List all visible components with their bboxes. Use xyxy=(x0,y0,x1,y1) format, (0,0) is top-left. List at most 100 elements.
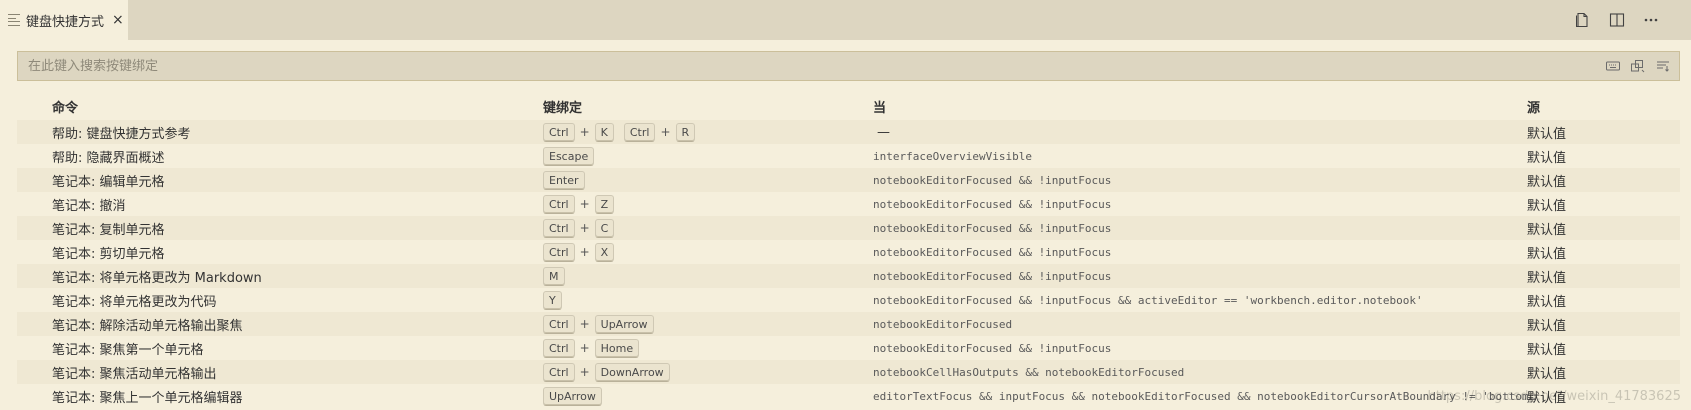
table-row[interactable]: 笔记本: 撤消 Ctrl + ZnotebookEditorFocused && !i… xyxy=(17,192,1680,216)
source-cell: 默认值 xyxy=(1527,342,1567,358)
source-cell: 默认值 xyxy=(1527,294,1567,310)
table-header: 命令 键绑定 当 源 xyxy=(17,93,1680,120)
table-row[interactable]: 笔记本: 剪切单元格 Ctrl + XnotebookEditorFocused &&… xyxy=(17,240,1680,264)
keycap: C xyxy=(594,218,615,238)
when-cell: notebookEditorFocused && !inputFocus xyxy=(873,245,1112,259)
keybinding-cell[interactable]: Ctrl + C xyxy=(543,216,873,240)
command-cell: 笔记本: 聚焦上一个单元格编辑器 xyxy=(52,390,243,406)
keyboard-icon[interactable] xyxy=(1605,58,1621,74)
key-plus-separator: + xyxy=(579,245,590,259)
table-row[interactable]: 帮助: 键盘快捷方式参考 Ctrl + K Ctrl + R — 默认值 xyxy=(17,120,1680,144)
keybinding-cell[interactable]: Ctrl + Home xyxy=(543,336,873,360)
more-actions-icon[interactable] xyxy=(1643,12,1659,28)
command-cell: 笔记本: 将单元格更改为代码 xyxy=(52,294,217,310)
keycap: X xyxy=(594,242,615,262)
table-row[interactable]: 笔记本: 聚焦活动单元格输出 Ctrl + DownArrow notebookCell… xyxy=(17,360,1680,384)
keybinding-cell[interactable]: Enter xyxy=(543,168,873,192)
when-cell: interfaceOverviewVisible xyxy=(873,149,1032,163)
source-cell: 默认值 xyxy=(1527,246,1567,262)
keycap: Z xyxy=(594,194,615,214)
record-keys-icon[interactable] xyxy=(1630,58,1646,74)
keybindings-table: 命令 键绑定 当 源 帮助: 键盘快捷方式参考 Ctrl + K Ctrl + R — 默认值帮… xyxy=(17,93,1680,408)
tab-keyboard-shortcuts[interactable]: 键盘快捷方式 × xyxy=(0,0,128,40)
sort-by-precedence-icon[interactable] xyxy=(1655,58,1671,74)
source-cell: 默认值 xyxy=(1527,318,1567,334)
when-cell: notebookEditorFocused xyxy=(873,317,1013,331)
search-input[interactable] xyxy=(18,52,1578,80)
column-header-source[interactable]: 源 xyxy=(1527,93,1677,120)
keycap: Enter xyxy=(543,170,585,190)
source-cell: 默认值 xyxy=(1527,150,1567,166)
keycap: Ctrl xyxy=(543,122,575,142)
tab-label: 键盘快捷方式 xyxy=(26,14,105,30)
source-cell: 默认值 xyxy=(1527,270,1567,286)
keycap: Escape xyxy=(543,146,595,166)
source-cell: 默认值 xyxy=(1527,174,1567,190)
key-plus-separator: + xyxy=(579,341,590,355)
table-row[interactable]: 笔记本: 聚焦上一个单元格编辑器 UpArrow editorTextFocus &… xyxy=(17,384,1680,408)
when-cell: notebookEditorFocused && !inputFocus xyxy=(873,221,1112,235)
keybinding-cell[interactable]: M xyxy=(543,264,873,288)
column-header-command[interactable]: 命令 xyxy=(52,93,532,120)
keycap: K xyxy=(594,122,614,142)
search-tools xyxy=(1605,58,1671,74)
when-cell: notebookEditorFocused && !inputFocus xyxy=(873,173,1112,187)
column-header-when[interactable]: 当 xyxy=(873,93,1553,120)
command-cell: 笔记本: 撤消 xyxy=(52,198,126,214)
table-row[interactable]: 笔记本: 将单元格更改为 Markdown MnotebookEditorFocu… xyxy=(17,264,1680,288)
command-cell: 笔记本: 复制单元格 xyxy=(52,222,165,238)
table-row[interactable]: 笔记本: 编辑单元格 Enter notebookEditorFocused && … xyxy=(17,168,1680,192)
close-icon[interactable]: × xyxy=(112,12,124,28)
column-header-keybinding[interactable]: 键绑定 xyxy=(543,93,873,120)
table-row[interactable]: 帮助: 隐藏界面概述 Escape interfaceOverviewVisible… xyxy=(17,144,1680,168)
command-cell: 帮助: 键盘快捷方式参考 xyxy=(52,126,191,142)
split-editor-icon[interactable] xyxy=(1609,12,1625,28)
when-cell: notebookCellHasOutputs && notebookEditor… xyxy=(873,365,1185,379)
when-cell: — xyxy=(877,124,890,140)
keybinding-cell[interactable]: Ctrl + DownArrow xyxy=(543,360,873,384)
keycap: M xyxy=(543,266,565,286)
keycap: Ctrl xyxy=(543,338,575,358)
keycap: Ctrl xyxy=(543,218,575,238)
keycap: R xyxy=(675,122,696,142)
open-json-icon[interactable] xyxy=(1575,12,1591,28)
editor-actions xyxy=(1575,12,1659,28)
source-cell: 默认值 xyxy=(1527,390,1567,406)
table-row[interactable]: 笔记本: 聚焦第一个单元格 Ctrl + Home notebookEditorFocu… xyxy=(17,336,1680,360)
table-row[interactable]: 笔记本: 复制单元格 Ctrl + CnotebookEditorFocused &&… xyxy=(17,216,1680,240)
keycap: Ctrl xyxy=(623,122,656,142)
keycap: Ctrl xyxy=(543,314,575,334)
source-cell: 默认值 xyxy=(1527,198,1567,214)
keybinding-cell[interactable]: Y xyxy=(543,288,873,312)
keybinding-cell[interactable]: Ctrl + Z xyxy=(543,192,873,216)
editor-tab-bar: 键盘快捷方式 × xyxy=(0,0,1691,40)
keycap: Ctrl xyxy=(543,194,575,214)
source-cell: 默认值 xyxy=(1527,366,1567,382)
key-plus-separator: + xyxy=(579,221,590,235)
key-plus-separator: + xyxy=(579,197,590,211)
keycap: UpArrow xyxy=(594,314,654,334)
keycap: UpArrow xyxy=(543,386,602,406)
command-cell: 帮助: 隐藏界面概述 xyxy=(52,150,165,166)
keybinding-cell[interactable]: Ctrl + UpArrow xyxy=(543,312,873,336)
keybinding-cell[interactable]: Ctrl + X xyxy=(543,240,873,264)
when-cell: editorTextFocus && inputFocus && noteboo… xyxy=(873,389,1536,403)
command-cell: 笔记本: 将单元格更改为 Markdown xyxy=(52,270,262,286)
keycap: Y xyxy=(543,290,562,310)
command-cell: 笔记本: 解除活动单元格输出聚焦 xyxy=(52,318,243,334)
source-cell: 默认值 xyxy=(1527,126,1567,142)
keycap: Ctrl xyxy=(543,242,575,262)
keycap: Home xyxy=(594,338,640,358)
when-cell: notebookEditorFocused && !inputFocus xyxy=(873,197,1112,211)
keybinding-cell[interactable]: Ctrl + K Ctrl + R xyxy=(543,120,873,144)
key-plus-separator: + xyxy=(579,125,590,139)
source-cell: 默认值 xyxy=(1527,222,1567,238)
keybinding-cell[interactable]: UpArrow xyxy=(543,384,873,408)
table-row[interactable]: 笔记本: 解除活动单元格输出聚焦 Ctrl + UpArrow notebookEdit… xyxy=(17,312,1680,336)
when-cell: notebookEditorFocused && !inputFocus xyxy=(873,341,1112,355)
table-row[interactable]: 笔记本: 将单元格更改为代码 YnotebookEditorFocused && … xyxy=(17,288,1680,312)
command-cell: 笔记本: 剪切单元格 xyxy=(52,246,165,262)
command-cell: 笔记本: 聚焦活动单元格输出 xyxy=(52,366,217,382)
keybinding-cell[interactable]: Escape xyxy=(543,144,873,168)
key-plus-separator: + xyxy=(579,365,590,379)
